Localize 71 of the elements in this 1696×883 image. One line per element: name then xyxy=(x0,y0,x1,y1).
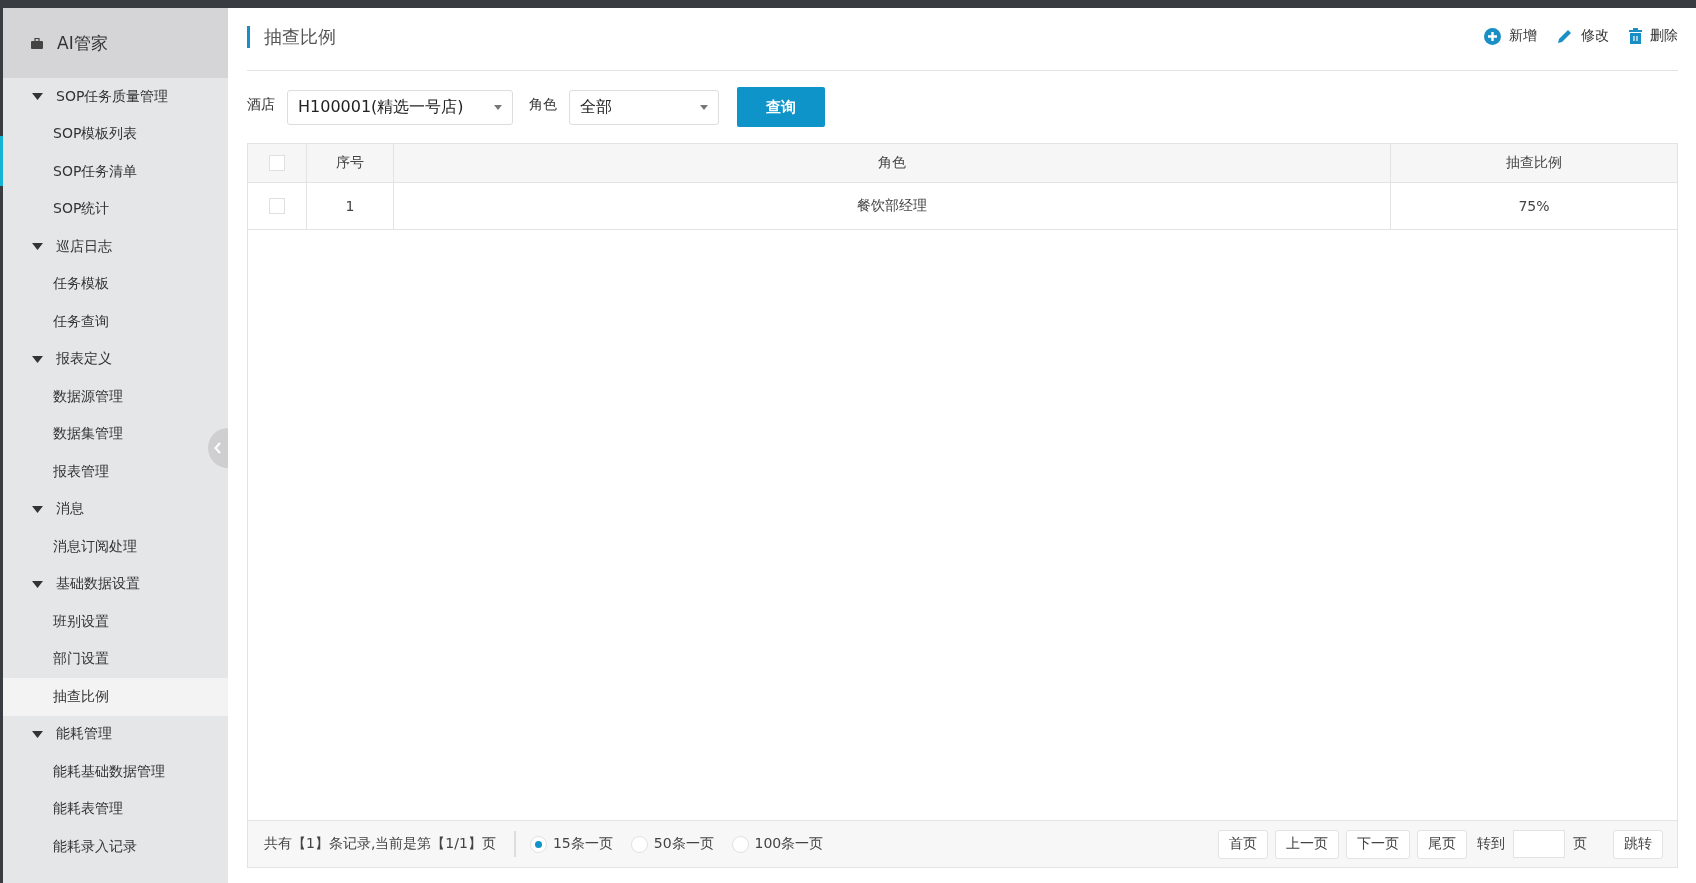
page-nav-button[interactable]: 首页 xyxy=(1218,829,1268,859)
column-header: 抽查比例 xyxy=(1505,153,1563,172)
caret-icon xyxy=(32,93,43,101)
jump-button[interactable]: 跳转 xyxy=(1613,829,1663,859)
menu-item[interactable]: 能耗表管理 xyxy=(3,790,206,828)
table-cell: 餐饮部经理 xyxy=(394,183,1391,229)
caret-icon xyxy=(700,104,708,110)
radio-label: 15条一页 xyxy=(552,835,613,853)
page-nav-button[interactable]: 尾页 xyxy=(1417,829,1467,859)
page-size-option[interactable]: 15条一页 xyxy=(529,835,613,853)
caret-icon xyxy=(32,730,43,738)
radio-label: 50条一页 xyxy=(653,835,714,853)
table-cell-text: 75% xyxy=(1517,197,1551,216)
page-nav-button[interactable]: 下一页 xyxy=(1346,829,1410,859)
goto-label: 转到 xyxy=(1477,835,1505,853)
add-link[interactable]: 新增 xyxy=(1484,27,1537,45)
page-size-option[interactable]: 100条一页 xyxy=(731,835,824,853)
menu-item[interactable]: 能耗录入记录 xyxy=(3,828,206,866)
page-size-option[interactable]: 50条一页 xyxy=(630,835,714,853)
menu-group[interactable]: 报表定义 xyxy=(3,340,228,378)
collapse-button[interactable] xyxy=(208,428,228,468)
column-header: 角色 xyxy=(394,144,1391,182)
radio-label: 100条一页 xyxy=(754,835,824,853)
menu-item[interactable]: 消息订阅处理 xyxy=(3,528,206,566)
row-checkbox[interactable] xyxy=(269,198,285,214)
menu-item[interactable]: SOP任务清单 xyxy=(3,153,206,191)
plus-circle-icon xyxy=(1484,27,1501,45)
menu-group[interactable]: 能耗管理 xyxy=(3,715,228,753)
menu-group[interactable]: 基础数据设置 xyxy=(3,565,228,603)
caret-icon xyxy=(494,104,502,110)
radio-button[interactable] xyxy=(529,835,547,853)
radio-button[interactable] xyxy=(630,835,648,853)
menu-item[interactable]: 数据源管理 xyxy=(3,378,206,416)
radio-button[interactable] xyxy=(731,835,749,853)
delete-link[interactable]: 删除 xyxy=(1629,27,1678,45)
caret-icon xyxy=(32,505,43,513)
trash-icon xyxy=(1629,28,1642,44)
scroll-indicator xyxy=(0,136,3,186)
page-number-field[interactable] xyxy=(1513,830,1565,858)
hotel-dropdown[interactable]: H100001(精选一号店) xyxy=(287,89,513,125)
column-header: 序号 xyxy=(307,144,394,182)
caret-icon xyxy=(32,355,43,363)
page-title: 抽查比例 xyxy=(247,26,336,48)
edit-link[interactable]: 修改 xyxy=(1557,27,1609,45)
menu-item[interactable]: 抽查比例 xyxy=(3,678,228,716)
menu-item[interactable]: SOP模板列表 xyxy=(3,115,206,153)
menu-item[interactable]: 任务模板 xyxy=(3,265,206,303)
menu-item[interactable]: 任务查询 xyxy=(3,303,206,341)
caret-icon xyxy=(32,243,43,251)
menu-item[interactable]: 数据集管理 xyxy=(3,415,206,453)
hotel-label: 酒店 xyxy=(247,96,275,114)
menu-item[interactable]: 部门设置 xyxy=(3,640,206,678)
menu-item[interactable]: 班别设置 xyxy=(3,603,206,641)
role-dropdown[interactable]: 全部 xyxy=(569,89,719,125)
pencil-icon xyxy=(1557,28,1573,44)
briefcase-icon xyxy=(31,37,43,49)
table-cell: 1 xyxy=(307,183,394,229)
menu-group[interactable]: SOP任务质量管理 xyxy=(3,78,228,116)
record-summary: 共有【1】条记录,当前是第【1/1】页 xyxy=(264,835,496,853)
app-title: AI管家 xyxy=(57,31,108,55)
role-label: 角色 xyxy=(529,96,557,114)
menu-group[interactable]: 消息 xyxy=(3,490,228,528)
page-unit-label: 页 xyxy=(1573,835,1587,853)
select-all-checkbox[interactable] xyxy=(269,155,285,171)
caret-icon xyxy=(32,580,43,588)
menu-item[interactable]: 能耗基础数据管理 xyxy=(3,753,206,791)
page-nav-button[interactable]: 上一页 xyxy=(1275,829,1339,859)
menu-group[interactable]: 巡店日志 xyxy=(3,228,228,266)
menu-item[interactable]: 报表管理 xyxy=(3,453,206,491)
chevron-left-icon xyxy=(214,442,222,454)
menu-item[interactable]: SOP统计 xyxy=(3,190,206,228)
